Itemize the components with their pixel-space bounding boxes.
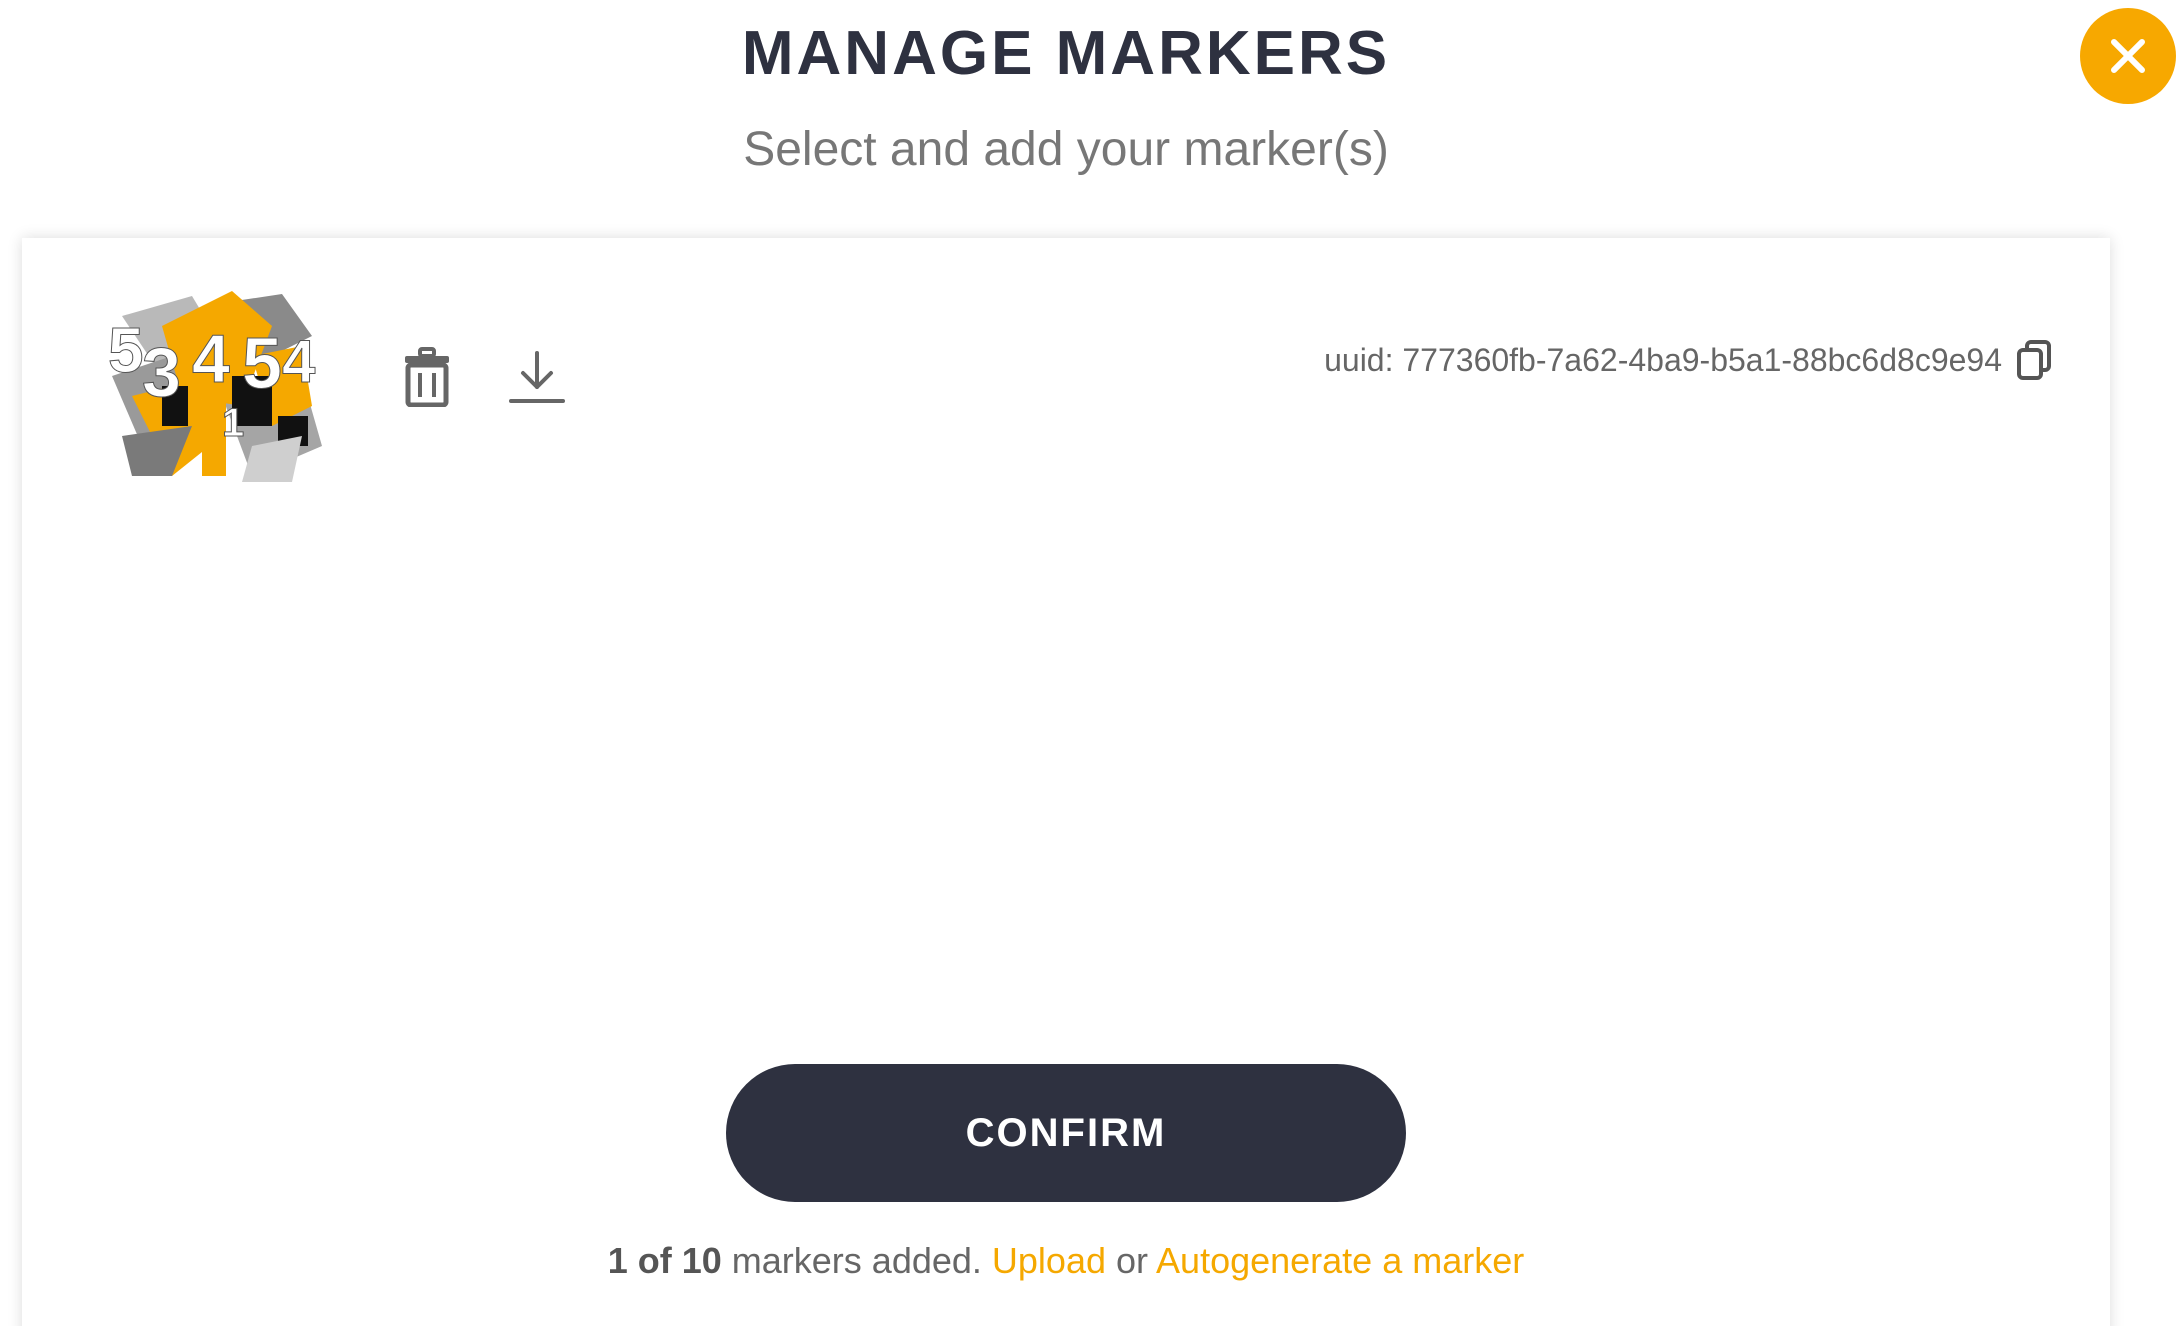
markers-panel: 5 3 4 5 4 1 uuid: 777360fb-7a62-4ba9-b5a…	[22, 238, 2110, 1326]
download-icon	[509, 351, 565, 403]
copy-icon	[2017, 340, 2051, 380]
delete-marker-button[interactable]	[392, 342, 462, 412]
manage-markers-modal: MANAGE MARKERS Select and add your marke…	[0, 0, 2180, 1326]
svg-text:3: 3	[142, 333, 181, 411]
page-title: MANAGE MARKERS	[741, 19, 1391, 88]
download-marker-button[interactable]	[502, 342, 572, 412]
or-text: or	[1106, 1240, 1157, 1281]
svg-text:1: 1	[222, 401, 244, 445]
marker-uuid-row: uuid: 777360fb-7a62-4ba9-b5a1-88bc6d8c9e…	[1324, 338, 2054, 382]
trash-icon	[405, 347, 449, 407]
marker-count-text: markers added.	[721, 1240, 992, 1281]
svg-text:4: 4	[192, 321, 230, 397]
close-button[interactable]	[2080, 8, 2176, 104]
marker-count: 1 of 10	[607, 1240, 722, 1281]
upload-link[interactable]: Upload	[992, 1240, 1106, 1281]
page-subtitle: Select and add your marker(s)	[743, 123, 1389, 176]
copy-uuid-button[interactable]	[2014, 338, 2054, 382]
confirm-button[interactable]: CONFIRM	[726, 1064, 1406, 1202]
marker-uuid: uuid: 777360fb-7a62-4ba9-b5a1-88bc6d8c9e…	[1324, 341, 2002, 378]
markers-status-line: 1 of 10 markers added. Upload or Autogen…	[22, 1240, 2110, 1282]
marker-thumbnail[interactable]: 5 3 4 5 4 1	[102, 286, 326, 482]
close-icon	[2111, 39, 2145, 73]
svg-text:5: 5	[108, 314, 144, 386]
marker-pattern-image: 5 3 4 5 4 1	[102, 286, 326, 482]
svg-text:4: 4	[282, 328, 316, 395]
autogenerate-marker-link[interactable]: Autogenerate a marker	[1156, 1240, 1524, 1281]
svg-text:5: 5	[242, 324, 282, 404]
